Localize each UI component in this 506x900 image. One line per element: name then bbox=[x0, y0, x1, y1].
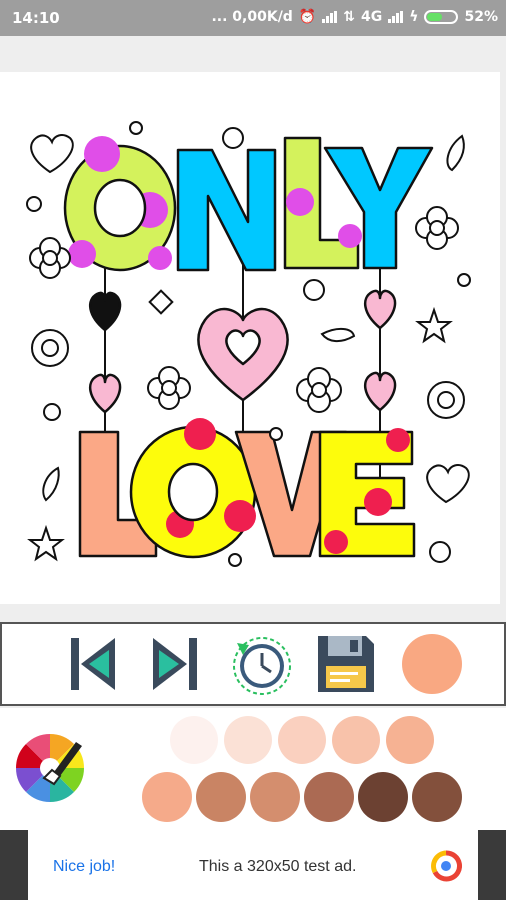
ad-banner[interactable]: Nice job! This a 320x50 test ad. bbox=[28, 830, 478, 900]
leaf-left[interactable] bbox=[42, 466, 60, 502]
dot-4[interactable] bbox=[303, 279, 325, 301]
heart-right-bottom[interactable] bbox=[363, 371, 397, 412]
flower-left[interactable] bbox=[29, 237, 71, 279]
o-love-spot-2[interactable] bbox=[224, 500, 256, 532]
o-love-hole bbox=[167, 462, 219, 522]
battery-icon bbox=[424, 10, 459, 24]
floppy-disk-icon bbox=[318, 636, 374, 692]
flower-center-right[interactable] bbox=[296, 367, 342, 413]
network-type: 4G bbox=[361, 9, 383, 25]
leaf-mid[interactable] bbox=[320, 328, 356, 342]
letter-n[interactable] bbox=[176, 148, 277, 272]
skip-forward-icon bbox=[153, 638, 197, 690]
skip-back-icon bbox=[71, 638, 115, 690]
heart-left-pink[interactable] bbox=[88, 373, 122, 414]
color-picker-button[interactable] bbox=[14, 732, 86, 804]
letter-o-only[interactable] bbox=[63, 136, 177, 272]
dot-8[interactable] bbox=[228, 553, 242, 567]
status-icons: ... 0,00K/d ⏰ ⇅ 4G ϟ 52% bbox=[211, 9, 498, 25]
star-bottom-left[interactable] bbox=[27, 524, 65, 562]
star-right[interactable] bbox=[415, 306, 453, 344]
color-swatch-row1-1[interactable] bbox=[170, 716, 218, 764]
current-color-button[interactable] bbox=[398, 630, 466, 698]
battery-percent: 52% bbox=[464, 9, 498, 25]
e-spot-2[interactable] bbox=[364, 488, 392, 516]
o-love-spot-1[interactable] bbox=[184, 418, 216, 450]
heart-outline-right[interactable] bbox=[426, 464, 470, 504]
alarm-icon: ⏰ bbox=[298, 9, 317, 25]
color-swatch-row1-5[interactable] bbox=[386, 716, 434, 764]
color-swatch-row2-4[interactable] bbox=[304, 772, 354, 822]
ad-cta[interactable]: Nice job! bbox=[53, 858, 115, 876]
ad-logo-icon bbox=[431, 850, 462, 882]
e-spot-1[interactable] bbox=[386, 428, 410, 452]
ring-left-inner[interactable] bbox=[41, 339, 59, 357]
color-swatch-row2-5[interactable] bbox=[358, 772, 408, 822]
word-only[interactable] bbox=[63, 136, 434, 272]
ring-right-inner[interactable] bbox=[437, 391, 455, 409]
e-spot-3[interactable] bbox=[324, 530, 348, 554]
flower-center-left[interactable] bbox=[147, 366, 191, 410]
letter-e[interactable] bbox=[318, 428, 416, 558]
clock: 14:10 bbox=[12, 9, 60, 27]
save-button[interactable] bbox=[312, 630, 380, 698]
dot-3[interactable] bbox=[26, 196, 42, 212]
l-spot-1[interactable] bbox=[286, 188, 314, 216]
color-palette bbox=[0, 708, 506, 830]
history-button[interactable] bbox=[228, 630, 296, 698]
color-wheel-brush-icon bbox=[16, 734, 84, 802]
data-arrows-icon: ⇅ bbox=[343, 9, 355, 25]
o-hole bbox=[93, 178, 147, 238]
o-spot-3[interactable] bbox=[148, 246, 172, 270]
heart-black[interactable] bbox=[88, 291, 122, 332]
leaf-top-right[interactable] bbox=[446, 134, 465, 172]
signal-icon bbox=[322, 11, 338, 23]
heart-right-top[interactable] bbox=[363, 289, 397, 330]
color-swatch-row2-1[interactable] bbox=[142, 772, 192, 822]
color-swatch-row2-2[interactable] bbox=[196, 772, 246, 822]
l-spot-2[interactable] bbox=[338, 224, 362, 248]
coloring-canvas[interactable]: .ol { stroke:#111; stroke-width:2.5; str… bbox=[0, 72, 500, 604]
clock-history-icon bbox=[233, 637, 291, 695]
network-speed: ... 0,00K/d bbox=[211, 9, 293, 25]
coloring-artwork[interactable]: .ol { stroke:#111; stroke-width:2.5; str… bbox=[0, 72, 500, 604]
o-spot-2[interactable] bbox=[68, 240, 96, 268]
color-swatch-row1-4[interactable] bbox=[332, 716, 380, 764]
flower-right-top[interactable] bbox=[415, 206, 459, 250]
undo-button[interactable] bbox=[58, 630, 126, 698]
color-swatch-row2-6[interactable] bbox=[412, 772, 462, 822]
dot-1[interactable] bbox=[129, 121, 143, 135]
toolbar bbox=[0, 622, 506, 706]
dot-6[interactable] bbox=[269, 427, 283, 441]
status-bar: 14:10 ... 0,00K/d ⏰ ⇅ 4G ϟ 52% bbox=[0, 0, 506, 36]
redo-button[interactable] bbox=[142, 630, 210, 698]
diamond[interactable] bbox=[148, 289, 174, 315]
dot-5[interactable] bbox=[457, 273, 471, 287]
color-swatch-row2-3[interactable] bbox=[250, 772, 300, 822]
ad-message: This a 320x50 test ad. bbox=[199, 858, 357, 875]
signal-icon-2 bbox=[388, 11, 404, 23]
dot-9[interactable] bbox=[43, 403, 61, 421]
heart-outline-topleft[interactable] bbox=[30, 134, 74, 174]
word-love[interactable] bbox=[78, 418, 416, 559]
charging-icon: ϟ bbox=[409, 9, 419, 25]
dot-7[interactable] bbox=[429, 541, 451, 563]
color-swatch-row1-3[interactable] bbox=[278, 716, 326, 764]
dot-2[interactable] bbox=[222, 127, 244, 149]
o-spot-1[interactable] bbox=[84, 136, 120, 172]
color-swatch-row1-2[interactable] bbox=[224, 716, 272, 764]
current-color-swatch bbox=[402, 634, 462, 694]
